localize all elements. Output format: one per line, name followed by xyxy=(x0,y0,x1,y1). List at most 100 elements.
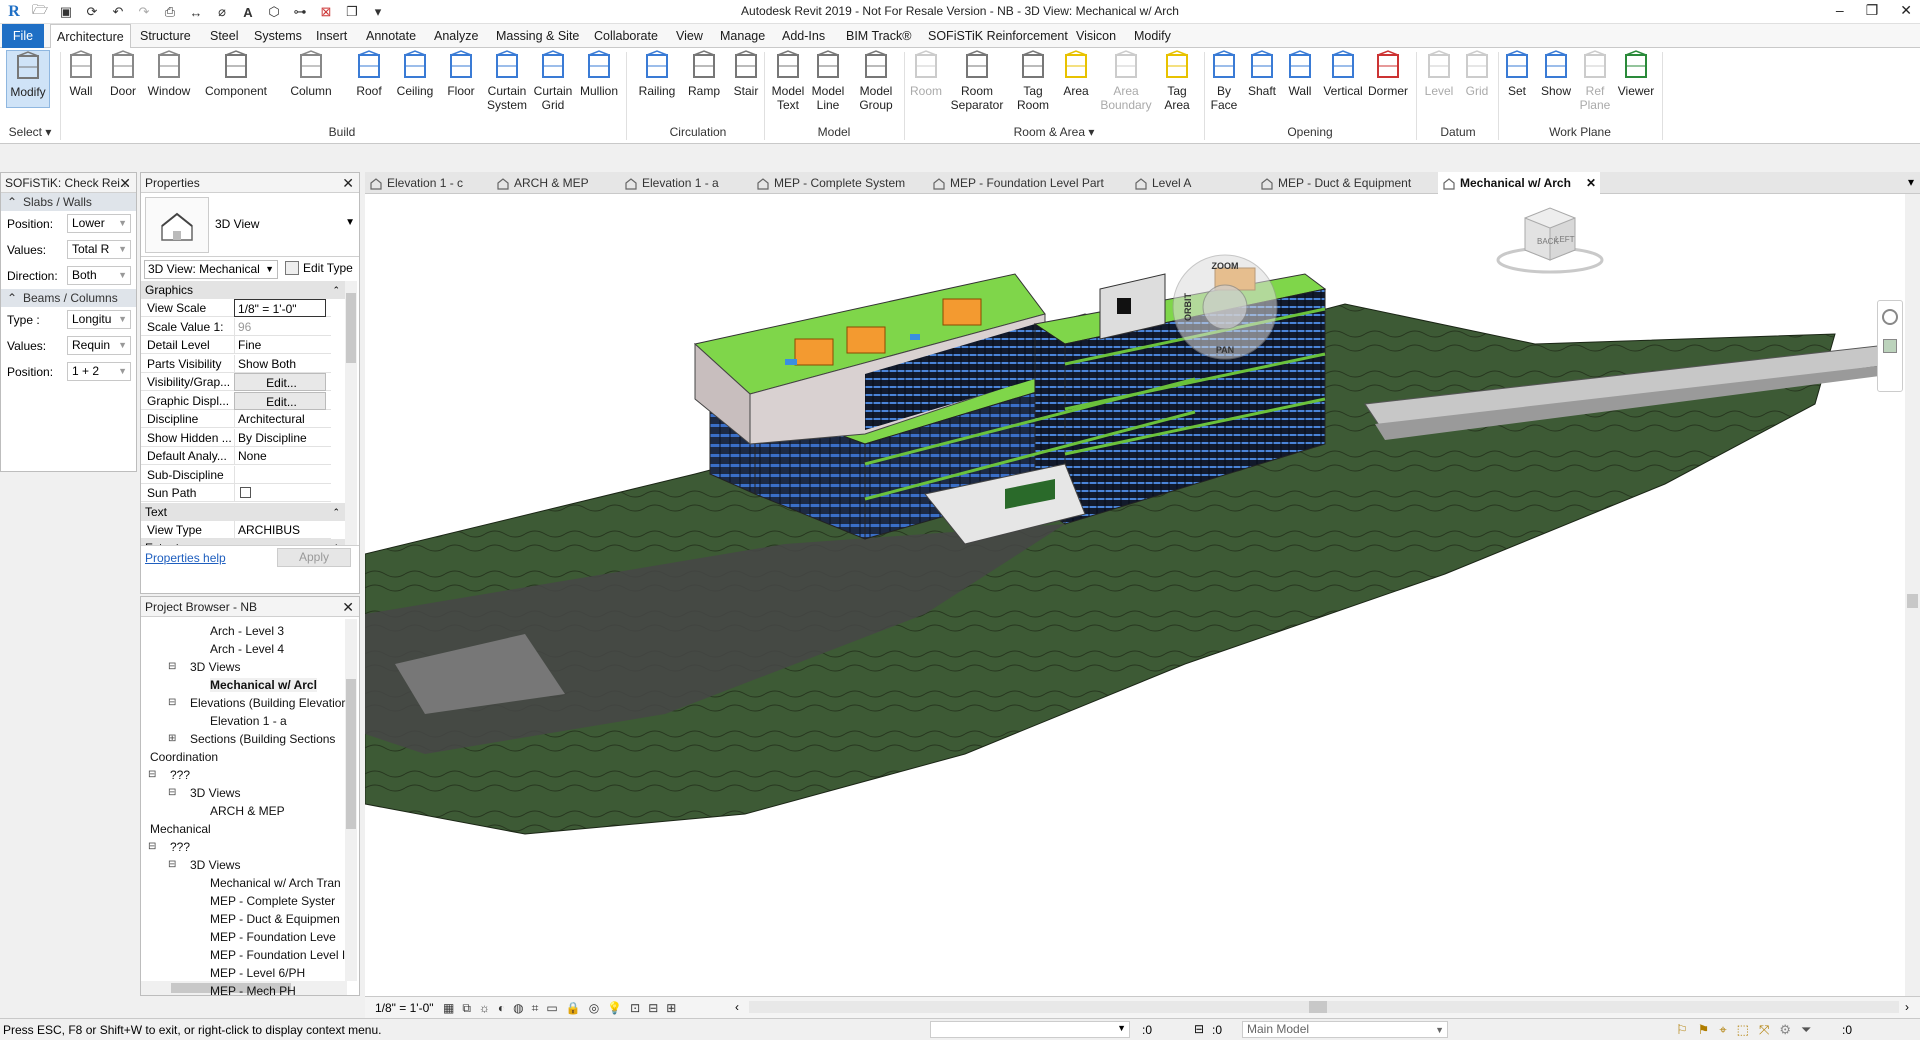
browser-item[interactable]: Sections (Building Sections xyxy=(190,732,335,746)
tab-analyze[interactable]: Analyze xyxy=(428,24,484,48)
tab-insert[interactable]: Insert xyxy=(310,24,353,48)
view-tab[interactable]: MEP - Complete System xyxy=(752,172,910,194)
drag-elements-icon[interactable]: ⤧ xyxy=(1759,1022,1769,1038)
view-tab[interactable]: Mechanical w/ Arch ✕ xyxy=(1438,172,1600,194)
reveal-hidden-icon[interactable]: 💡 xyxy=(607,1001,622,1016)
edit-button[interactable]: Edit... xyxy=(234,391,326,410)
tab-modify[interactable]: Modify xyxy=(1128,24,1177,48)
properties-help-link[interactable]: Properties help xyxy=(145,551,226,565)
view-selector[interactable]: 3D View: Mechanical ▼ xyxy=(144,260,278,279)
collapse-icon[interactable]: ⊟ xyxy=(168,859,176,870)
visual-style-icon[interactable]: ⧉ xyxy=(462,1001,471,1016)
property-value[interactable]: ARCHIBUS xyxy=(234,520,326,539)
browser-item[interactable]: MEP - Level 6/PH xyxy=(210,966,305,980)
browser-item[interactable]: ARCH & MEP xyxy=(210,804,285,818)
ceiling-button[interactable]: Ceiling xyxy=(392,50,438,98)
property-group-text[interactable]: Text ⌃ xyxy=(141,502,346,521)
floor-button[interactable]: Floor xyxy=(442,50,480,98)
tab-file[interactable]: File xyxy=(2,24,44,48)
maximize-icon[interactable]: ❐ xyxy=(1866,2,1879,19)
browser-item[interactable]: MEP - Foundation Leve xyxy=(210,930,336,944)
lock-view-icon[interactable]: 🔒 xyxy=(566,1001,581,1016)
ramp-button[interactable]: Ramp xyxy=(682,50,726,98)
level-button[interactable]: Level xyxy=(1420,50,1458,98)
tab-massing-site[interactable]: Massing & Site xyxy=(490,24,585,48)
apply-button[interactable]: Apply xyxy=(277,548,351,567)
tab-sofistik-reinforcement[interactable]: SOFiSTiK Reinforcement xyxy=(922,24,1074,48)
window-button[interactable]: Window xyxy=(144,50,194,98)
edit-button[interactable]: Edit... xyxy=(234,373,326,391)
background-process-icon[interactable]: ⚙ xyxy=(1779,1022,1791,1038)
close-icon[interactable]: ✕ xyxy=(342,597,354,617)
grid-button[interactable]: Grid xyxy=(1458,50,1496,98)
property-value[interactable]: 1/8" = 1'-0" xyxy=(234,299,326,317)
worksharing-icon[interactable]: ⊡ xyxy=(630,1001,640,1016)
browser-item[interactable]: Arch - Level 3 xyxy=(210,624,284,638)
shaft-button[interactable]: Shaft xyxy=(1244,50,1280,98)
steering-wheel-icon[interactable] xyxy=(1882,309,1898,325)
model-group-button[interactable]: Model Group xyxy=(852,50,900,112)
browser-scrollbar[interactable] xyxy=(345,619,357,981)
temp-hide-icon[interactable]: ◎ xyxy=(589,1001,599,1016)
render-icon[interactable]: ◍ xyxy=(513,1001,523,1016)
analytical-model-icon[interactable]: ⊟ xyxy=(648,1001,658,1016)
view-tab[interactable]: Level A xyxy=(1130,172,1210,194)
close-tab-icon[interactable]: ✕ xyxy=(1586,172,1596,194)
area-button[interactable]: Area xyxy=(1058,50,1094,98)
browser-item[interactable]: 3D Views xyxy=(190,786,240,800)
vertical-button[interactable]: Vertical xyxy=(1318,50,1368,98)
stair-button[interactable]: Stair xyxy=(726,50,766,98)
browser-item[interactable]: MEP - Mech PH xyxy=(210,984,296,998)
wall-button[interactable]: Wall xyxy=(1282,50,1318,98)
tab-steel[interactable]: Steel xyxy=(204,24,245,48)
collapse-icon[interactable]: ⊟ xyxy=(148,841,156,852)
view-tab[interactable]: MEP - Duct & Equipment xyxy=(1256,172,1422,194)
3d-viewport[interactable]: ZOOM ORBIT PAN BACK LEFT xyxy=(365,194,1905,996)
show-crop-icon[interactable]: ▭ xyxy=(546,1001,557,1016)
scroll-left-icon[interactable]: ‹ xyxy=(735,1000,739,1014)
browser-item[interactable]: MEP - Complete Syster xyxy=(210,894,335,908)
collapse-icon[interactable]: ⊟ xyxy=(168,787,176,798)
zoom-icon[interactable] xyxy=(1883,339,1897,353)
browser-item[interactable]: 3D Views xyxy=(190,660,240,674)
browser-item[interactable]: Elevation 1 - a xyxy=(210,714,287,728)
navigation-bar[interactable] xyxy=(1877,300,1903,392)
tab-manage[interactable]: Manage xyxy=(714,24,771,48)
properties-scrollbar[interactable] xyxy=(345,281,357,545)
browser-item[interactable]: Mechanical xyxy=(150,822,211,836)
option-select[interactable]: 1 + 2 ▼ xyxy=(67,362,131,381)
tab-bim-track-[interactable]: BIM Track® xyxy=(840,24,917,48)
edit-type-button[interactable]: Edit Type xyxy=(283,260,353,279)
shadows-icon[interactable]: ◐ xyxy=(498,1001,505,1016)
slabs-walls-header[interactable]: ⌃ Slabs / Walls xyxy=(1,193,136,211)
close-icon[interactable]: ✕ xyxy=(342,173,354,193)
view-tab[interactable]: Elevation 1 - a xyxy=(620,172,740,194)
view-tab[interactable]: MEP - Foundation Level Part xyxy=(928,172,1106,194)
by-face-button[interactable]: By Face xyxy=(1206,50,1242,112)
property-value[interactable]: 96 xyxy=(234,317,326,336)
option-select[interactable]: Both ▼ xyxy=(67,266,131,285)
tab-systems[interactable]: Systems xyxy=(248,24,308,48)
property-value[interactable]: Architectural xyxy=(234,410,326,428)
horizontal-scrollbar[interactable] xyxy=(749,1001,1899,1013)
option-select[interactable]: Longitu ▼ xyxy=(67,310,131,329)
collapse-icon[interactable]: ⊟ xyxy=(148,769,156,780)
option-select[interactable]: Requin ▼ xyxy=(67,336,131,355)
roof-button[interactable]: Roof xyxy=(350,50,388,98)
design-option-selector[interactable]: Main Model ▼ xyxy=(1242,1021,1448,1038)
tag-area-button[interactable]: Tag Area xyxy=(1156,50,1198,112)
property-value[interactable]: By Discipline xyxy=(234,428,326,447)
scroll-right-icon[interactable]: › xyxy=(1905,1000,1909,1014)
property-group-graphics[interactable]: Graphics ⌃ xyxy=(141,281,346,299)
option-select[interactable]: Total R ▼ xyxy=(67,240,131,259)
tab-add-ins[interactable]: Add-Ins xyxy=(776,24,831,48)
tag-room-button[interactable]: Tag Room xyxy=(1010,50,1056,112)
panel-label-room-area-[interactable]: Room & Area ▾ xyxy=(906,125,1202,139)
filter-icon[interactable]: ⏷ xyxy=(1801,1022,1811,1038)
crop-icon[interactable]: ⌗ xyxy=(532,1001,539,1016)
browser-item[interactable]: Arch - Level 4 xyxy=(210,642,284,656)
close-icon[interactable]: ✕ xyxy=(119,173,131,193)
option-select[interactable]: Lower ▼ xyxy=(67,214,131,233)
column-button[interactable]: Column xyxy=(286,50,336,98)
type-selector[interactable]: 3D View ▼ xyxy=(141,193,359,257)
